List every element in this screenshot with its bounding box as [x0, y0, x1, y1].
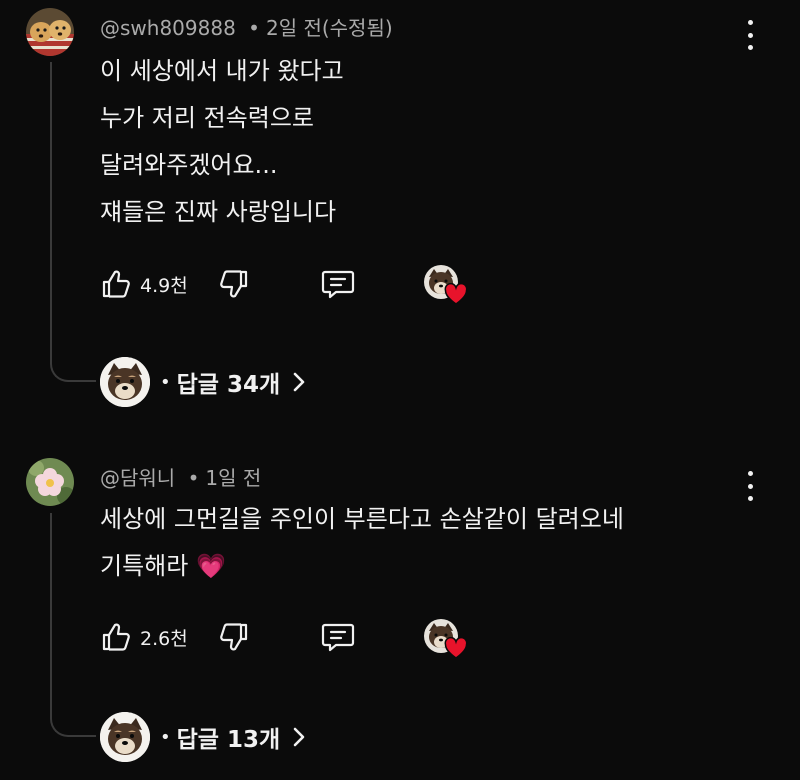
thumbs-up-icon	[102, 623, 130, 651]
comment-time: 1일 전	[205, 466, 262, 490]
more-vertical-icon[interactable]	[740, 20, 760, 50]
reply-bullet: •	[160, 726, 171, 748]
view-replies-button[interactable]: • 답글 13개	[100, 711, 306, 763]
meta-separator: •	[187, 466, 200, 490]
comment-line: 기특해라 💗	[100, 552, 226, 580]
comment-line: 누가 저리 전속력으로	[100, 104, 314, 132]
dog-avatar-image	[26, 8, 74, 56]
reply-bullet: •	[160, 371, 171, 393]
comment-text: 이 세상에서 내가 왔다고 누가 저리 전속력으로 달려와주겠어요... 쟤들은…	[100, 48, 344, 236]
reply-button[interactable]	[320, 264, 356, 304]
chevron-right-icon	[293, 372, 305, 392]
reply-avatar	[100, 357, 150, 407]
avatar[interactable]	[26, 458, 74, 506]
reply-button[interactable]	[320, 617, 356, 657]
thumbs-down-icon	[220, 623, 248, 651]
comment-icon	[321, 623, 355, 652]
avatar[interactable]	[26, 8, 74, 56]
comment-item: @swh809888 • 2일 전(수정됨) 이 세상에서 내가 왔다고 누가 저…	[0, 0, 800, 430]
view-replies-button[interactable]: • 답글 34개	[100, 356, 306, 408]
comment-time: 2일 전(수정됨)	[265, 16, 393, 40]
heart-icon	[444, 637, 468, 659]
flower-avatar-image	[26, 458, 74, 506]
replies-label: 답글 34개	[176, 372, 281, 398]
thumbs-down-icon	[220, 270, 248, 298]
author-handle[interactable]: @담워니	[100, 466, 175, 490]
thread-line	[50, 513, 96, 737]
comment-line: 이 세상에서 내가 왔다고	[100, 57, 344, 85]
thumbs-up-icon	[102, 270, 130, 298]
like-button[interactable]: 4.9천	[100, 264, 188, 304]
dislike-button[interactable]	[218, 264, 250, 304]
comment-line: 세상에 그먼길을 주인이 부른다고 손살같이 달려오네	[100, 505, 624, 533]
comment-line: 쟤들은 진짜 사랑입니다	[100, 198, 337, 226]
meta-separator: •	[248, 16, 260, 40]
reply-avatar	[100, 712, 150, 762]
thread-line	[50, 62, 96, 382]
comment-meta: @swh809888 • 2일 전(수정됨)	[100, 12, 393, 41]
dislike-button[interactable]	[218, 617, 250, 657]
creator-heart-badge	[424, 619, 468, 663]
author-handle[interactable]: @swh809888	[100, 16, 236, 40]
chevron-right-icon	[293, 727, 305, 747]
comment-icon	[321, 270, 355, 299]
like-count: 4.9천	[140, 274, 188, 297]
comment-meta: @담워니 • 1일 전	[100, 462, 261, 491]
comment-text: 세상에 그먼길을 주인이 부른다고 손살같이 달려오네 기특해라 💗	[100, 496, 624, 590]
more-vertical-icon[interactable]	[740, 471, 760, 501]
creator-heart-badge	[424, 265, 468, 309]
comment-item: @담워니 • 1일 전 세상에 그먼길을 주인이 부른다고 손살같이 달려오네 기…	[0, 445, 800, 780]
like-count: 2.6천	[140, 627, 188, 650]
like-button[interactable]: 2.6천	[100, 617, 188, 657]
heart-icon	[444, 283, 468, 305]
comment-line: 달려와주겠어요...	[100, 151, 278, 179]
replies-label: 답글 13개	[176, 727, 281, 753]
